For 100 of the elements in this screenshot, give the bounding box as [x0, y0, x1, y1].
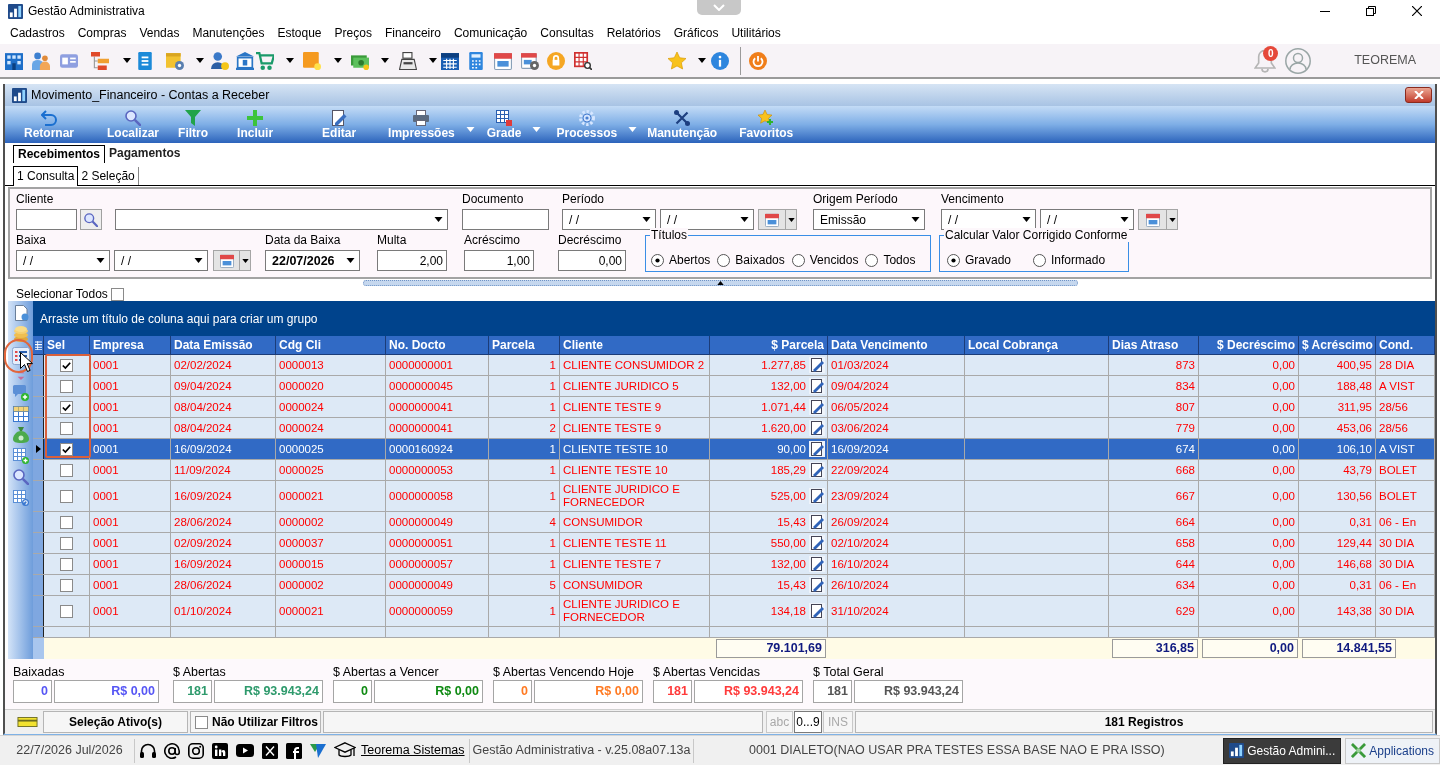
menu-item[interactable]: Compras — [71, 25, 133, 41]
cash-register-icon[interactable] — [399, 51, 417, 70]
dropdown-field[interactable]: 22/07/2026 — [265, 250, 360, 271]
tab[interactable]: 2 Seleção — [78, 167, 139, 185]
caret-icon[interactable] — [286, 58, 294, 63]
table-row[interactable]: 0001 16/09/2024 0000025 0000160924 1 CLIENTE TESTE 10 90,00 16/09/2024 674 0,00 106,10 A VIST — [33, 439, 1435, 460]
radio-button[interactable] — [865, 253, 879, 267]
column-header[interactable]: Data Vencimento — [828, 336, 965, 354]
calendar-grid-icon[interactable] — [441, 51, 459, 70]
column-header[interactable]: Parcela — [489, 336, 560, 354]
table-row[interactable]: 0001 09/04/2024 0000020 0000000045 1 CLIENTE JURIDICO 5 132,00 09/04/2024 834 0,00 188,48 A VIST — [33, 376, 1435, 397]
pencil-document-icon[interactable] — [809, 577, 825, 593]
input-field[interactable]: 2,00 — [377, 250, 447, 271]
menu-item[interactable]: Relatórios — [600, 25, 668, 41]
people-icon[interactable] — [32, 51, 50, 70]
column-header[interactable]: Data Emissão — [171, 336, 276, 354]
x-logo-icon[interactable] — [262, 742, 278, 759]
caret-icon[interactable] — [123, 58, 131, 63]
table-row[interactable]: 0001 02/09/2024 0000037 0000000051 1 CLIENTE TESTE 11 550,00 02/10/2024 658 0,00 129,44 30 DIA — [33, 533, 1435, 554]
search-icon[interactable] — [12, 469, 29, 485]
pencil-document-icon[interactable] — [809, 399, 825, 415]
checkbox[interactable] — [60, 379, 73, 393]
dropdown-field[interactable] — [115, 209, 448, 230]
building-icon[interactable] — [5, 51, 23, 70]
pencil-document-icon[interactable] — [809, 441, 825, 457]
user-icon[interactable] — [1285, 47, 1312, 74]
tab[interactable]: Recebimentos — [13, 145, 106, 163]
table-row[interactable]: 0001 08/04/2024 0000024 0000000041 2 CLIENTE TESTE 9 1.620,00 03/06/2024 779 0,00 453,06 28/56 — [33, 418, 1435, 439]
caret-icon[interactable] — [334, 58, 342, 63]
column-header[interactable]: Cdg Cli — [276, 336, 386, 354]
toolbar-button[interactable]: Editar — [322, 106, 357, 143]
checkbox[interactable] — [60, 536, 73, 550]
input-field[interactable] — [462, 209, 549, 230]
table-row[interactable]: 0001 28/06/2024 0000002 0000000049 4 CONSUMIDOR 15,43 26/09/2024 664 0,00 0,31 06 - En — [33, 512, 1435, 533]
pencil-document-icon[interactable] — [809, 535, 825, 551]
column-header[interactable]: $ Decréscimo — [1199, 336, 1299, 354]
pencil-document-icon[interactable] — [809, 420, 825, 436]
column-header[interactable]: Cond. — [1376, 336, 1435, 354]
power-icon[interactable] — [749, 51, 767, 70]
column-header[interactable]: Dias Atraso — [1109, 336, 1199, 354]
tab[interactable]: 1 Consulta — [13, 166, 79, 186]
dropdown-field[interactable]: / / — [941, 209, 1036, 230]
cart-icon[interactable] — [256, 51, 274, 70]
menu-item[interactable]: Vendas — [132, 25, 186, 41]
menu-item[interactable]: Utilitários — [724, 25, 788, 41]
radio-button[interactable] — [947, 253, 960, 267]
column-header[interactable]: $ Acréscimo — [1299, 336, 1376, 354]
table-row[interactable]: 0001 16/09/2024 0000015 0000000057 1 CLIENTE TESTE 7 132,00 16/10/2024 644 0,00 146,68 30 DIA — [33, 554, 1435, 575]
pencil-document-icon[interactable] — [809, 357, 825, 373]
dropdown-field[interactable]: / / — [1040, 209, 1134, 230]
menu-item[interactable]: Manutenções — [185, 25, 271, 41]
toolbar-button[interactable]: Favoritos — [739, 106, 794, 143]
hierarchy-icon[interactable] — [91, 51, 109, 70]
calendar-gear-icon[interactable] — [521, 51, 539, 70]
pencil-document-icon[interactable] — [809, 556, 825, 572]
checkbox[interactable] — [60, 358, 73, 372]
menu-item[interactable]: Financeiro — [378, 25, 448, 41]
menu-item[interactable]: Consultas — [533, 25, 601, 41]
toolbar-button[interactable]: Retornar — [24, 106, 74, 143]
at-sign-icon[interactable] — [164, 742, 180, 759]
dropdown-field[interactable]: Emissão — [813, 209, 925, 230]
toolbar-button[interactable]: Incluir — [237, 106, 274, 143]
menu-item[interactable]: Estoque — [271, 25, 329, 41]
menu-item[interactable]: Gráficos — [667, 25, 725, 41]
linkedin-icon[interactable] — [212, 742, 228, 759]
caret-icon[interactable] — [381, 58, 389, 63]
toolbar-button[interactable]: Localizar — [107, 106, 160, 143]
coins-icon[interactable] — [12, 326, 29, 342]
taskbar-button[interactable]: Gestão Admini... — [1223, 737, 1342, 764]
triangle-logo-icon[interactable] — [310, 743, 326, 758]
toolbar-button[interactable]: Impressões — [388, 106, 455, 143]
column-header[interactable]: Sel — [44, 336, 90, 354]
checkbox[interactable] — [60, 557, 73, 571]
table-row[interactable]: 0001 02/02/2024 0000013 0000000001 1 CLIENTE CONSUMIDOR 2 1.277,85 01/03/2024 873 0,00 400,95 28 DIA — [33, 355, 1435, 376]
column-header[interactable]: $ Parcela — [710, 336, 828, 354]
column-header[interactable]: Local Cobrança — [965, 336, 1109, 354]
person-coin-icon[interactable] — [211, 51, 229, 70]
checkbox[interactable] — [60, 463, 73, 477]
package-gear-icon[interactable] — [166, 51, 184, 70]
menu-item[interactable]: Preços — [328, 25, 379, 41]
toolbar-button[interactable]: Processos — [556, 106, 618, 143]
dropdown-field[interactable]: / / — [660, 209, 754, 230]
radio-button[interactable] — [651, 253, 664, 267]
column-header[interactable]: No. Docto — [386, 336, 489, 354]
pencil-document-icon[interactable] — [809, 603, 825, 619]
splitter-handle[interactable] — [362, 280, 1078, 286]
info-icon[interactable] — [711, 51, 729, 70]
bank-icon[interactable] — [236, 51, 254, 70]
document-icon[interactable] — [12, 305, 29, 321]
radio-button[interactable] — [791, 253, 805, 267]
toolbar-button[interactable]: Manutenção — [647, 106, 718, 143]
instagram-icon[interactable] — [188, 742, 204, 759]
caret-icon[interactable] — [698, 58, 706, 63]
dropdown-field[interactable]: / / — [562, 209, 656, 230]
input-field[interactable]: 0,00 — [558, 250, 626, 271]
column-header[interactable]: Cliente — [560, 336, 710, 354]
facebook-icon[interactable] — [286, 742, 302, 759]
pencil-document-icon[interactable] — [809, 514, 825, 530]
taskbar-button[interactable]: Applications — [1345, 737, 1440, 764]
grid-icon[interactable] — [34, 340, 42, 350]
